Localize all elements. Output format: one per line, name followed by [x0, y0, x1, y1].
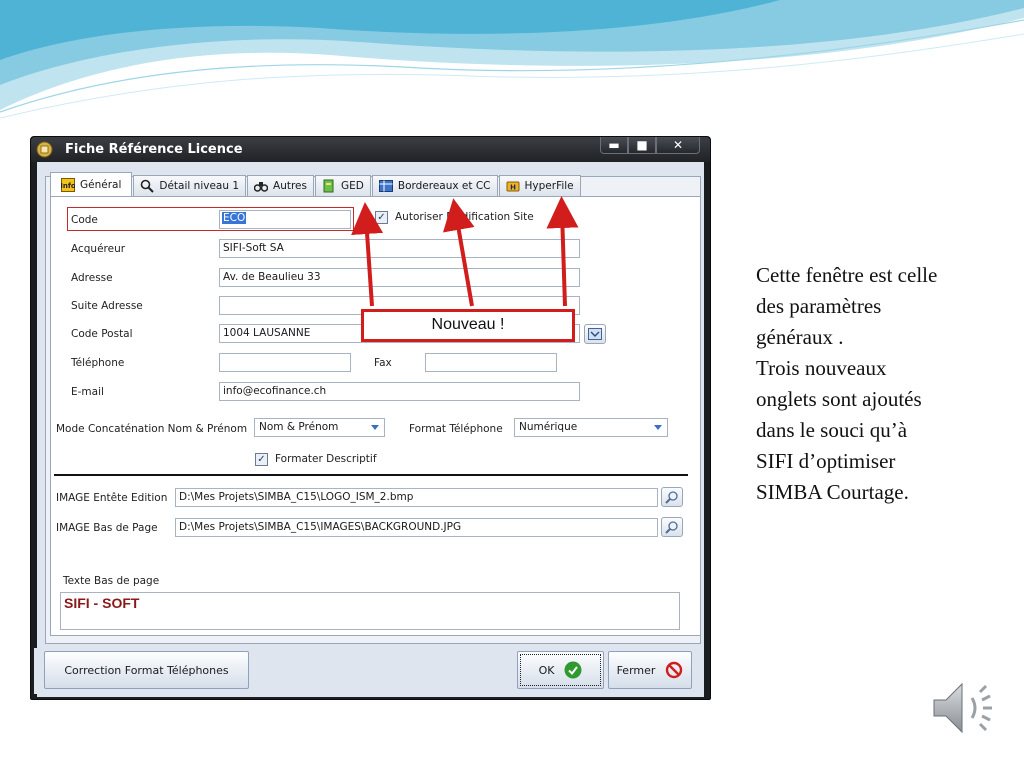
section-divider — [54, 474, 688, 476]
hyperfile-icon: H — [506, 181, 520, 192]
format-tel-select[interactable]: Numérique — [514, 418, 668, 437]
note-line: SIFI d’optimiser — [756, 449, 896, 473]
formater-checkbox[interactable]: ✓ — [255, 453, 268, 466]
fax-input[interactable] — [425, 353, 557, 372]
localite-lookup-button[interactable] — [584, 324, 606, 344]
tab-label: HyperFile — [524, 180, 574, 192]
slide-note: Cette fenêtre est celle des paramètres g… — [756, 260, 1011, 508]
tab-strip: Info Général Détail niveau 1 Autres GED … — [50, 172, 582, 196]
magnifier-icon — [665, 491, 678, 504]
tab-ged[interactable]: GED — [315, 175, 371, 196]
magnifier-icon — [141, 179, 155, 193]
acquereur-input[interactable]: SIFI-Soft SA — [219, 239, 580, 258]
slide-header-wave — [0, 0, 1024, 119]
title-bar[interactable]: Fiche Référence Licence ▬ ■ ✕ — [31, 137, 710, 162]
ok-button-label: OK — [538, 663, 555, 677]
email-input[interactable]: info@ecofinance.ch — [219, 382, 580, 401]
minimize-button[interactable]: ▬ — [600, 137, 628, 154]
tab-detail-niveau-1[interactable]: Détail niveau 1 — [133, 175, 247, 196]
ged-icon — [323, 179, 334, 193]
info-icon: Info — [61, 177, 75, 192]
window-title: Fiche Référence Licence — [65, 142, 243, 157]
general-tab-panel — [50, 196, 701, 636]
tab-bordereaux-et-cc[interactable]: Bordereaux et CC — [371, 175, 498, 196]
svg-text:Info: Info — [61, 182, 75, 190]
fermer-button-label: Fermer — [616, 663, 656, 677]
mode-concat-label: Mode Concaténation Nom & Prénom — [56, 423, 248, 435]
image-bas-input[interactable]: D:\Mes Projets\SIMBA_C15\IMAGES\BACKGROU… — [175, 518, 658, 537]
note-line: Cette fenêtre est celle — [756, 263, 938, 287]
tab-label: GED — [341, 180, 364, 192]
adresse-label: Adresse — [71, 272, 113, 284]
close-button[interactable]: ✕ — [656, 137, 700, 154]
chevron-down-icon — [654, 425, 662, 430]
tab-label: Général — [80, 178, 122, 191]
svg-text:H: H — [510, 184, 516, 192]
tab-general[interactable]: Info Général — [50, 172, 133, 196]
adresse-input[interactable]: Av. de Beaulieu 33 — [219, 268, 580, 287]
correction-format-telephones-button[interactable]: Correction Format Téléphones — [44, 651, 249, 689]
cancel-icon — [666, 661, 683, 679]
email-label: E-mail — [71, 386, 104, 398]
browse-bas-button[interactable] — [661, 517, 683, 537]
tab-autres[interactable]: Autres — [247, 175, 314, 196]
image-bas-label: IMAGE Bas de Page — [56, 522, 158, 534]
correction-button-label: Correction Format Téléphones — [64, 663, 229, 677]
telephone-label: Téléphone — [71, 357, 125, 369]
note-line: dans le souci qu’à — [756, 418, 908, 442]
chevron-down-icon — [371, 425, 379, 430]
format-tel-label: Format Téléphone — [409, 423, 503, 435]
fermer-button[interactable]: Fermer — [608, 651, 692, 689]
ok-button[interactable]: OK — [517, 651, 604, 689]
note-line: onglets sont ajoutés — [756, 387, 922, 411]
suite-adresse-label: Suite Adresse — [71, 300, 143, 312]
acquereur-label: Acquéreur — [71, 243, 126, 255]
check-icon — [564, 661, 582, 679]
tab-label: Bordereaux et CC — [397, 180, 491, 192]
mode-concat-select[interactable]: Nom & Prénom — [254, 418, 385, 437]
nouveau-callout: Nouveau ! — [361, 309, 575, 342]
image-entete-input[interactable]: D:\Mes Projets\SIMBA_C15\LOGO_ISM_2.bmp — [175, 488, 658, 507]
note-line: généraux . — [756, 325, 844, 349]
code-input[interactable]: ECO — [219, 210, 351, 229]
magnifier-icon — [665, 521, 678, 534]
code-value: ECO — [222, 212, 247, 224]
note-line: Trois nouveaux — [756, 356, 887, 380]
tab-label: Autres — [273, 180, 307, 192]
autoriser-label: Autoriser Modification Site — [395, 211, 534, 223]
code-label: Code — [71, 214, 98, 226]
browse-entete-button[interactable] — [661, 487, 683, 507]
maximize-button[interactable]: ■ — [628, 137, 656, 154]
binoculars-icon — [254, 182, 269, 192]
mode-concat-value: Nom & Prénom — [259, 421, 339, 433]
texte-bas-label: Texte Bas de page — [63, 575, 160, 587]
note-line: SIMBA Courtage. — [756, 480, 909, 504]
image-entete-label: IMAGE Entête Edition — [56, 492, 168, 504]
app-icon — [36, 141, 53, 158]
tab-label: Détail niveau 1 — [159, 180, 240, 192]
tab-hyperfile[interactable]: H HyperFile — [498, 175, 581, 196]
code-postal-label: Code Postal — [71, 328, 133, 340]
grid-icon — [378, 180, 393, 192]
speaker-icon[interactable] — [928, 676, 1000, 740]
formater-label: Formater Descriptif — [275, 453, 377, 465]
note-line: des paramètres — [756, 294, 882, 318]
format-tel-value: Numérique — [519, 421, 578, 433]
lookup-icon — [588, 328, 602, 340]
telephone-input[interactable] — [219, 353, 351, 372]
fax-label: Fax — [374, 357, 392, 369]
autoriser-checkbox[interactable]: ✓ — [375, 211, 388, 224]
texte-bas-textarea[interactable]: SIFI - SOFT — [60, 592, 680, 630]
